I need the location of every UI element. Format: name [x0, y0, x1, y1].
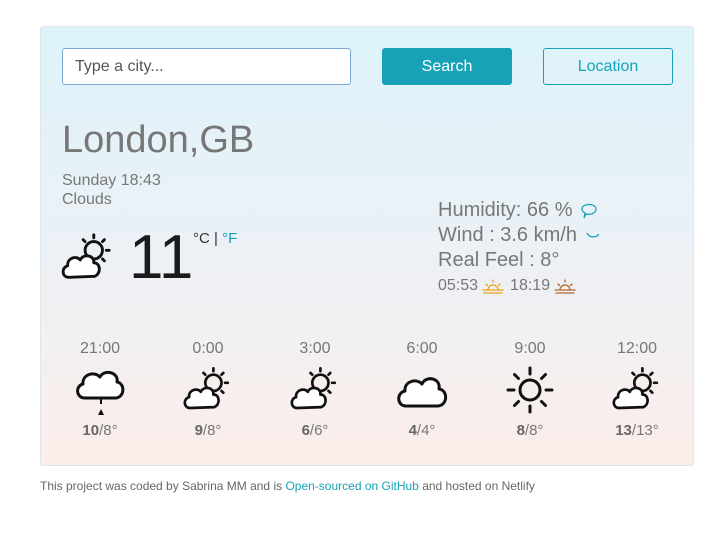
current-datetime: Sunday 18:43: [62, 172, 161, 189]
unit-toggle: °C | °F: [193, 230, 237, 247]
forecast-time: 6:00: [406, 340, 438, 357]
sun-times: 05:53 18:19: [438, 273, 603, 299]
forecast-high: 13: [615, 422, 632, 439]
search-button[interactable]: Search: [382, 48, 512, 85]
partly-cloudy-icon: [61, 233, 111, 279]
weather-card: Search Location London,GB Sunday 18:43 C…: [40, 26, 694, 466]
sunrise-time: 05:53: [438, 277, 479, 294]
current-temperature: 11: [129, 223, 194, 292]
forecast-low: /8°: [524, 422, 544, 439]
forecast-temp: 6/6°: [270, 422, 360, 439]
forecast-time: 9:00: [514, 340, 546, 357]
cloud-icon: [397, 377, 448, 408]
forecast-temp: 8/8°: [485, 422, 575, 439]
location-button[interactable]: Location: [543, 48, 673, 85]
wind-text: Wind : 3.6 km/h: [438, 224, 577, 246]
forecast-item: 9:00 8/8°: [485, 340, 575, 439]
weather-description: Clouds: [62, 191, 112, 208]
footer-suffix: and hosted on Netlify: [418, 479, 535, 493]
sun-icon: [506, 366, 554, 414]
humidity-text: Humidity: 66 %: [438, 199, 573, 221]
forecast-low: /13°: [631, 422, 659, 439]
forecast-temp: 9/8°: [163, 422, 253, 439]
city-search-input[interactable]: [62, 48, 351, 85]
humidity-icon: [580, 203, 597, 218]
forecast-high: 9: [194, 422, 203, 439]
github-link[interactable]: Open-sourced on GitHub: [285, 479, 418, 493]
forecast-temp: 4/4°: [377, 422, 467, 439]
forecast-time: 0:00: [192, 340, 224, 357]
partly-cloudy-icon: [290, 367, 337, 410]
footer-prefix: This project was coded by Sabrina MM and…: [40, 479, 286, 493]
wind-icon: [586, 232, 600, 238]
forecast-low: /8°: [202, 422, 222, 439]
forecast-temp: 10/8°: [55, 422, 145, 439]
weather-details: Humidity: 66 % Wind : 3.6 km/h Real Feel…: [438, 198, 603, 299]
sunrise-icon: [482, 279, 504, 294]
forecast-low: /8°: [99, 422, 118, 439]
forecast-time: 12:00: [616, 340, 658, 357]
wind-row: Wind : 3.6 km/h: [438, 223, 603, 248]
footer: This project was coded by Sabrina MM and…: [40, 479, 535, 493]
forecast-item: 12:00 13/13°: [592, 340, 682, 439]
city-name: London,GB: [62, 119, 255, 161]
partly-cloudy-icon: [183, 367, 230, 410]
forecast-item: 6:00 4/4°: [377, 340, 467, 439]
real-feel-text: Real Feel : 8°: [438, 249, 560, 271]
unit-separator: |: [209, 230, 223, 247]
real-feel-row: Real Feel : 8°: [438, 248, 603, 273]
forecast-item: 21:00 10/8°: [55, 340, 145, 439]
celsius-link[interactable]: °C: [193, 230, 210, 247]
forecast-time: 3:00: [299, 340, 331, 357]
forecast-low: /4°: [416, 422, 436, 439]
sunset-icon: [554, 279, 576, 294]
forecast-temp: 13/13°: [592, 422, 682, 439]
forecast-high: 10: [82, 422, 100, 439]
forecast-item: 0:00 9/8°: [163, 340, 253, 439]
forecast-time: 21:00: [79, 340, 121, 357]
forecast-low: /6°: [309, 422, 329, 439]
fahrenheit-link[interactable]: °F: [222, 230, 237, 247]
forecast-high: 8: [516, 422, 525, 439]
sunset-time: 18:19: [510, 277, 551, 294]
humidity-row: Humidity: 66 %: [438, 198, 603, 223]
forecast-item: 3:00 6/6°: [270, 340, 360, 439]
forecast-high: 6: [301, 422, 310, 439]
partly-cloudy-icon: [612, 367, 659, 410]
forecast-high: 4: [408, 422, 417, 439]
rain-cloud-icon: [76, 370, 125, 415]
